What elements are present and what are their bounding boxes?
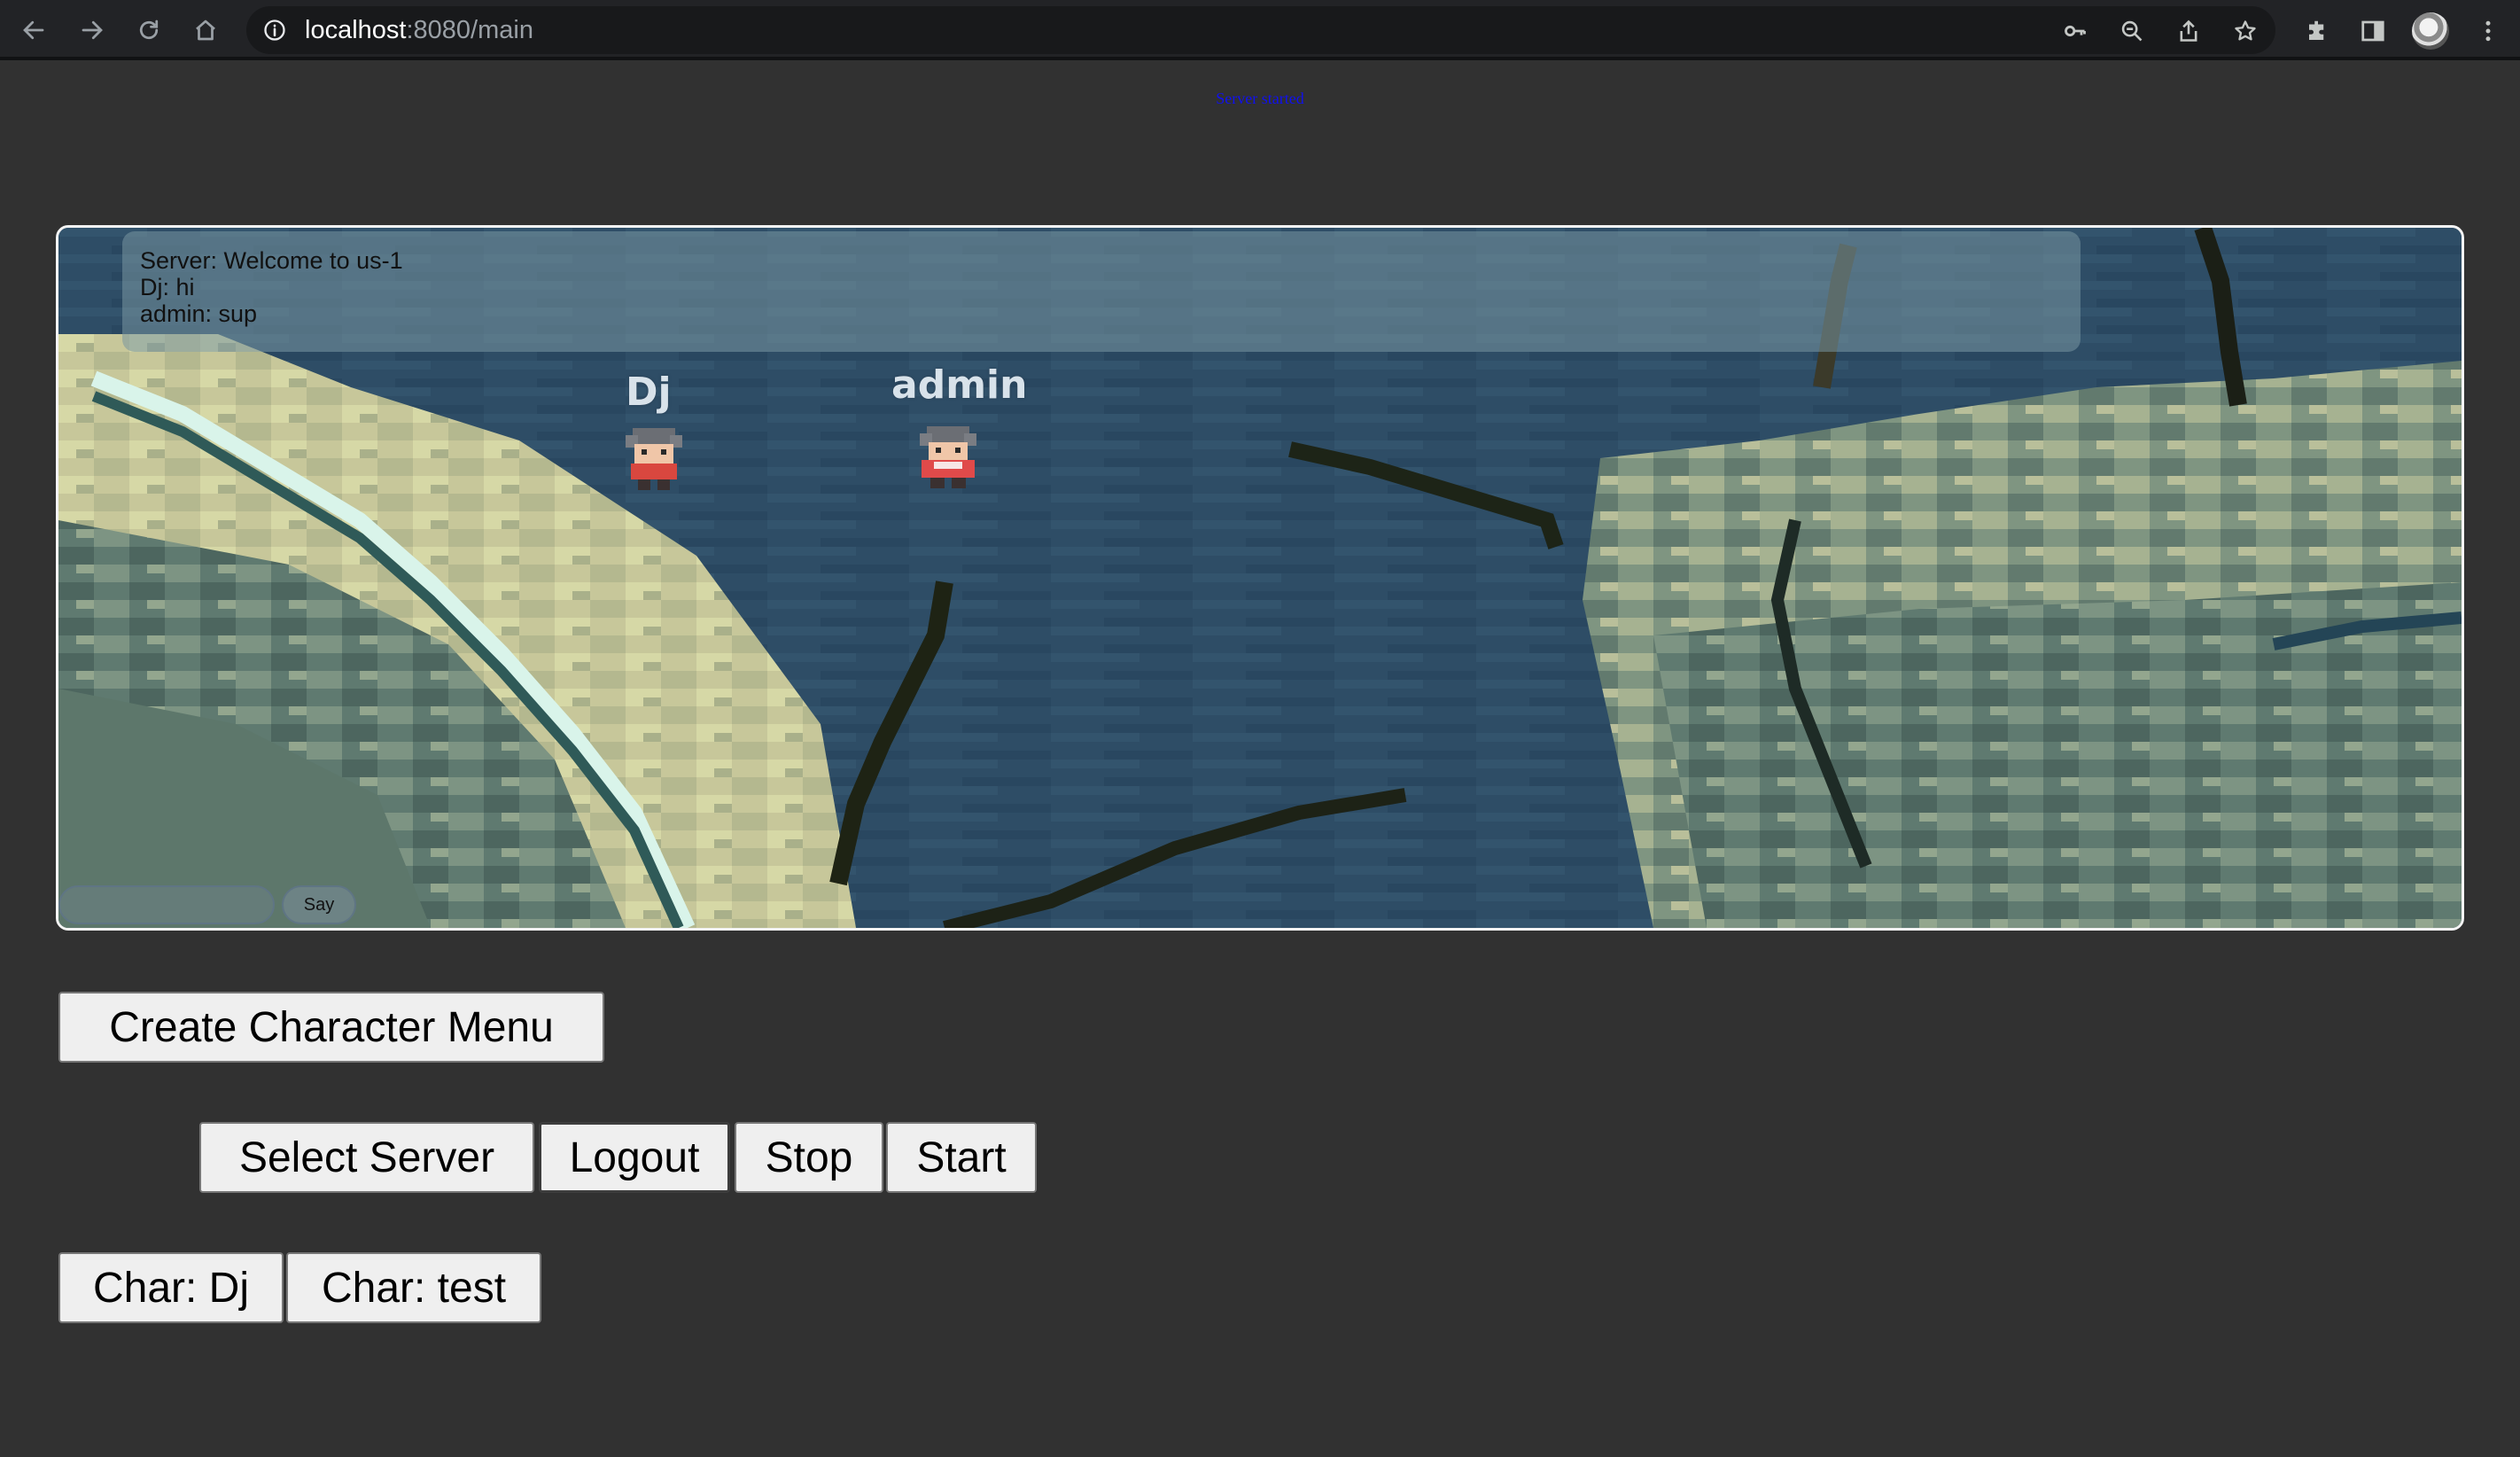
profile-avatar[interactable] <box>2412 12 2449 50</box>
star-icon[interactable] <box>2233 19 2258 43</box>
char-test-button[interactable]: Char: test <box>286 1252 541 1323</box>
address-bar[interactable]: localhost:8080/main <box>246 6 2275 54</box>
say-button[interactable]: Say <box>282 885 356 924</box>
url-text: localhost:8080/main <box>305 16 533 44</box>
back-arrow-icon[interactable] <box>16 12 51 48</box>
game-canvas[interactable]: Server: Welcome to us-1 Dj: hi admin: su… <box>56 225 2464 931</box>
player-sprite-admin[interactable] <box>904 421 992 492</box>
chat-line: Dj: hi <box>140 274 195 300</box>
chat-log: Server: Welcome to us-1 Dj: hi admin: su… <box>122 231 2081 352</box>
stop-button[interactable]: Stop <box>735 1122 883 1193</box>
chat-line: Server: Welcome to us-1 <box>140 247 403 274</box>
forward-arrow-icon[interactable] <box>74 12 110 48</box>
logout-button[interactable]: Logout <box>539 1122 730 1193</box>
select-server-button[interactable]: Select Server <box>199 1122 534 1193</box>
home-icon[interactable] <box>188 12 223 48</box>
browser-toolbar: localhost:8080/main <box>0 0 2520 60</box>
key-icon[interactable] <box>2063 19 2088 43</box>
create-character-menu-button[interactable]: Create Character Menu <box>58 992 604 1063</box>
menu-icon[interactable] <box>2472 15 2504 47</box>
player-sprite-dj[interactable] <box>610 423 698 494</box>
chat-input[interactable] <box>58 885 275 924</box>
player-name-dj: Dj <box>626 370 672 415</box>
player-name-admin: admin <box>891 362 1028 408</box>
char-dj-button[interactable]: Char: Dj <box>58 1252 284 1323</box>
side-panel-icon[interactable] <box>2357 15 2389 47</box>
chat-line: admin: sup <box>140 300 258 327</box>
share-icon[interactable] <box>2176 19 2201 43</box>
zoom-icon[interactable] <box>2119 19 2144 43</box>
extensions-icon[interactable] <box>2302 15 2334 47</box>
info-icon[interactable] <box>262 18 287 43</box>
reload-icon[interactable] <box>131 12 167 48</box>
start-button[interactable]: Start <box>886 1122 1037 1193</box>
status-message: Server started <box>1216 90 1304 107</box>
